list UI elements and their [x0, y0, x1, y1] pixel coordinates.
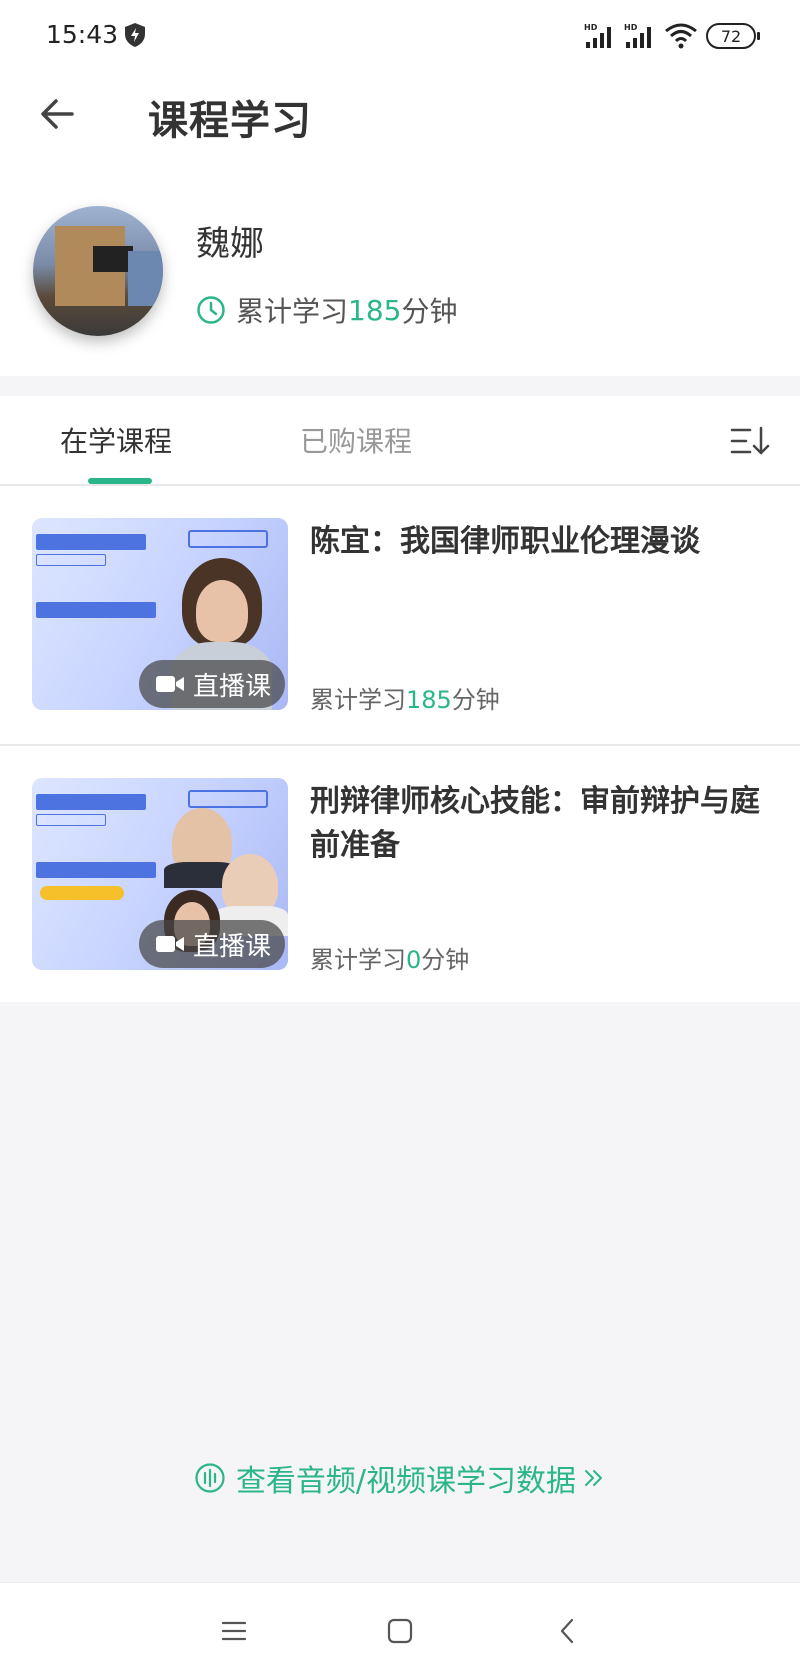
live-course-badge: 直播课 [138, 920, 285, 968]
bar-chart-icon [195, 1463, 225, 1493]
course-study-time: 累计学习0分钟 [310, 940, 469, 975]
thumb-series-tag [36, 794, 146, 810]
speaker-face [196, 580, 248, 642]
course-study-time: 累计学习185分钟 [310, 680, 500, 715]
thumb-public-tag [36, 554, 106, 566]
view-study-data-link[interactable]: 查看音频/视频课学习数据 [0, 1456, 800, 1500]
thumb-date-tag [36, 602, 156, 618]
course-thumbnail[interactable]: 直播课 [32, 778, 288, 970]
stat-minutes: 185 [406, 686, 452, 714]
status-bar: 15:43 HD HD 72 [0, 0, 800, 70]
clock-icon [197, 296, 225, 324]
course-title[interactable]: 陈宜：我国律师职业伦理漫谈 [310, 520, 770, 564]
battery-icon: 72 [706, 23, 760, 49]
shield-icon [125, 23, 145, 47]
back-icon[interactable] [550, 1613, 586, 1649]
page-title: 课程学习 [148, 98, 312, 144]
svg-text:HD: HD [624, 23, 638, 32]
tab-learning[interactable]: 在学课程 [60, 420, 172, 460]
menu-icon[interactable] [216, 1613, 252, 1649]
status-time: 15:43 [46, 20, 119, 49]
stat-suffix: 分钟 [421, 946, 470, 974]
thumb-date-tag [36, 862, 156, 878]
avatar-building-2 [128, 251, 163, 306]
study-minutes: 185 [348, 293, 402, 327]
profile-card: 魏娜 累计学习 185 分钟 [0, 190, 800, 376]
avatar-screen [93, 246, 133, 272]
double-chevron-right-icon [585, 1470, 603, 1486]
stat-minutes: 0 [406, 946, 422, 974]
signal-hd-icon: HD [584, 23, 611, 48]
sort-descending-icon[interactable] [730, 424, 770, 458]
signal-hd-icon: HD [624, 23, 651, 48]
user-name: 魏娜 [196, 224, 264, 264]
battery-level: 72 [720, 26, 742, 46]
course-item[interactable]: 直播课 刑辩律师核心技能：审前辩护与庭前准备 累计学习0分钟 [0, 744, 800, 1002]
thumb-public-tag [36, 814, 106, 826]
status-icons: HD HD 72 [584, 20, 760, 52]
system-nav-bar [0, 1582, 800, 1677]
course-item[interactable]: 直播课 陈宜：我国律师职业伦理漫谈 累计学习185分钟 [0, 486, 800, 744]
badge-label: 直播课 [192, 931, 271, 962]
home-icon[interactable] [382, 1613, 418, 1649]
badge-label: 直播课 [192, 671, 271, 702]
avatar[interactable] [33, 206, 163, 336]
svg-text:HD: HD [584, 23, 598, 32]
stat-prefix: 累计学习 [310, 686, 406, 714]
video-camera-icon [155, 676, 184, 692]
thumb-logo [188, 790, 268, 808]
thumb-series-tag [36, 534, 146, 550]
study-prefix: 累计学习 [236, 295, 349, 328]
course-list: 直播课 陈宜：我国律师职业伦理漫谈 累计学习185分钟 直播课 刑辩律师核心技能… [0, 486, 800, 1002]
total-study-time: 累计学习 185 分钟 [196, 290, 457, 330]
stat-suffix: 分钟 [451, 686, 500, 714]
course-title[interactable]: 刑辩律师核心技能：审前辩护与庭前准备 [310, 780, 770, 868]
arrow-left-icon[interactable] [36, 92, 80, 136]
stat-prefix: 累计学习 [310, 946, 406, 974]
wifi-icon [665, 23, 697, 49]
thumb-logo [188, 530, 268, 548]
tab-purchased[interactable]: 已购课程 [300, 420, 412, 460]
live-course-badge: 直播课 [138, 660, 285, 708]
course-thumbnail[interactable]: 直播课 [32, 518, 288, 710]
view-study-data-label: 查看音频/视频课学习数据 [235, 1464, 577, 1499]
thumb-highlight-tag [40, 886, 124, 900]
tab-active-indicator [88, 478, 152, 484]
study-suffix: 分钟 [401, 295, 458, 328]
course-tabs: 在学课程 已购课程 [0, 396, 800, 486]
video-camera-icon [155, 936, 184, 952]
app-header: 课程学习 [0, 70, 800, 190]
